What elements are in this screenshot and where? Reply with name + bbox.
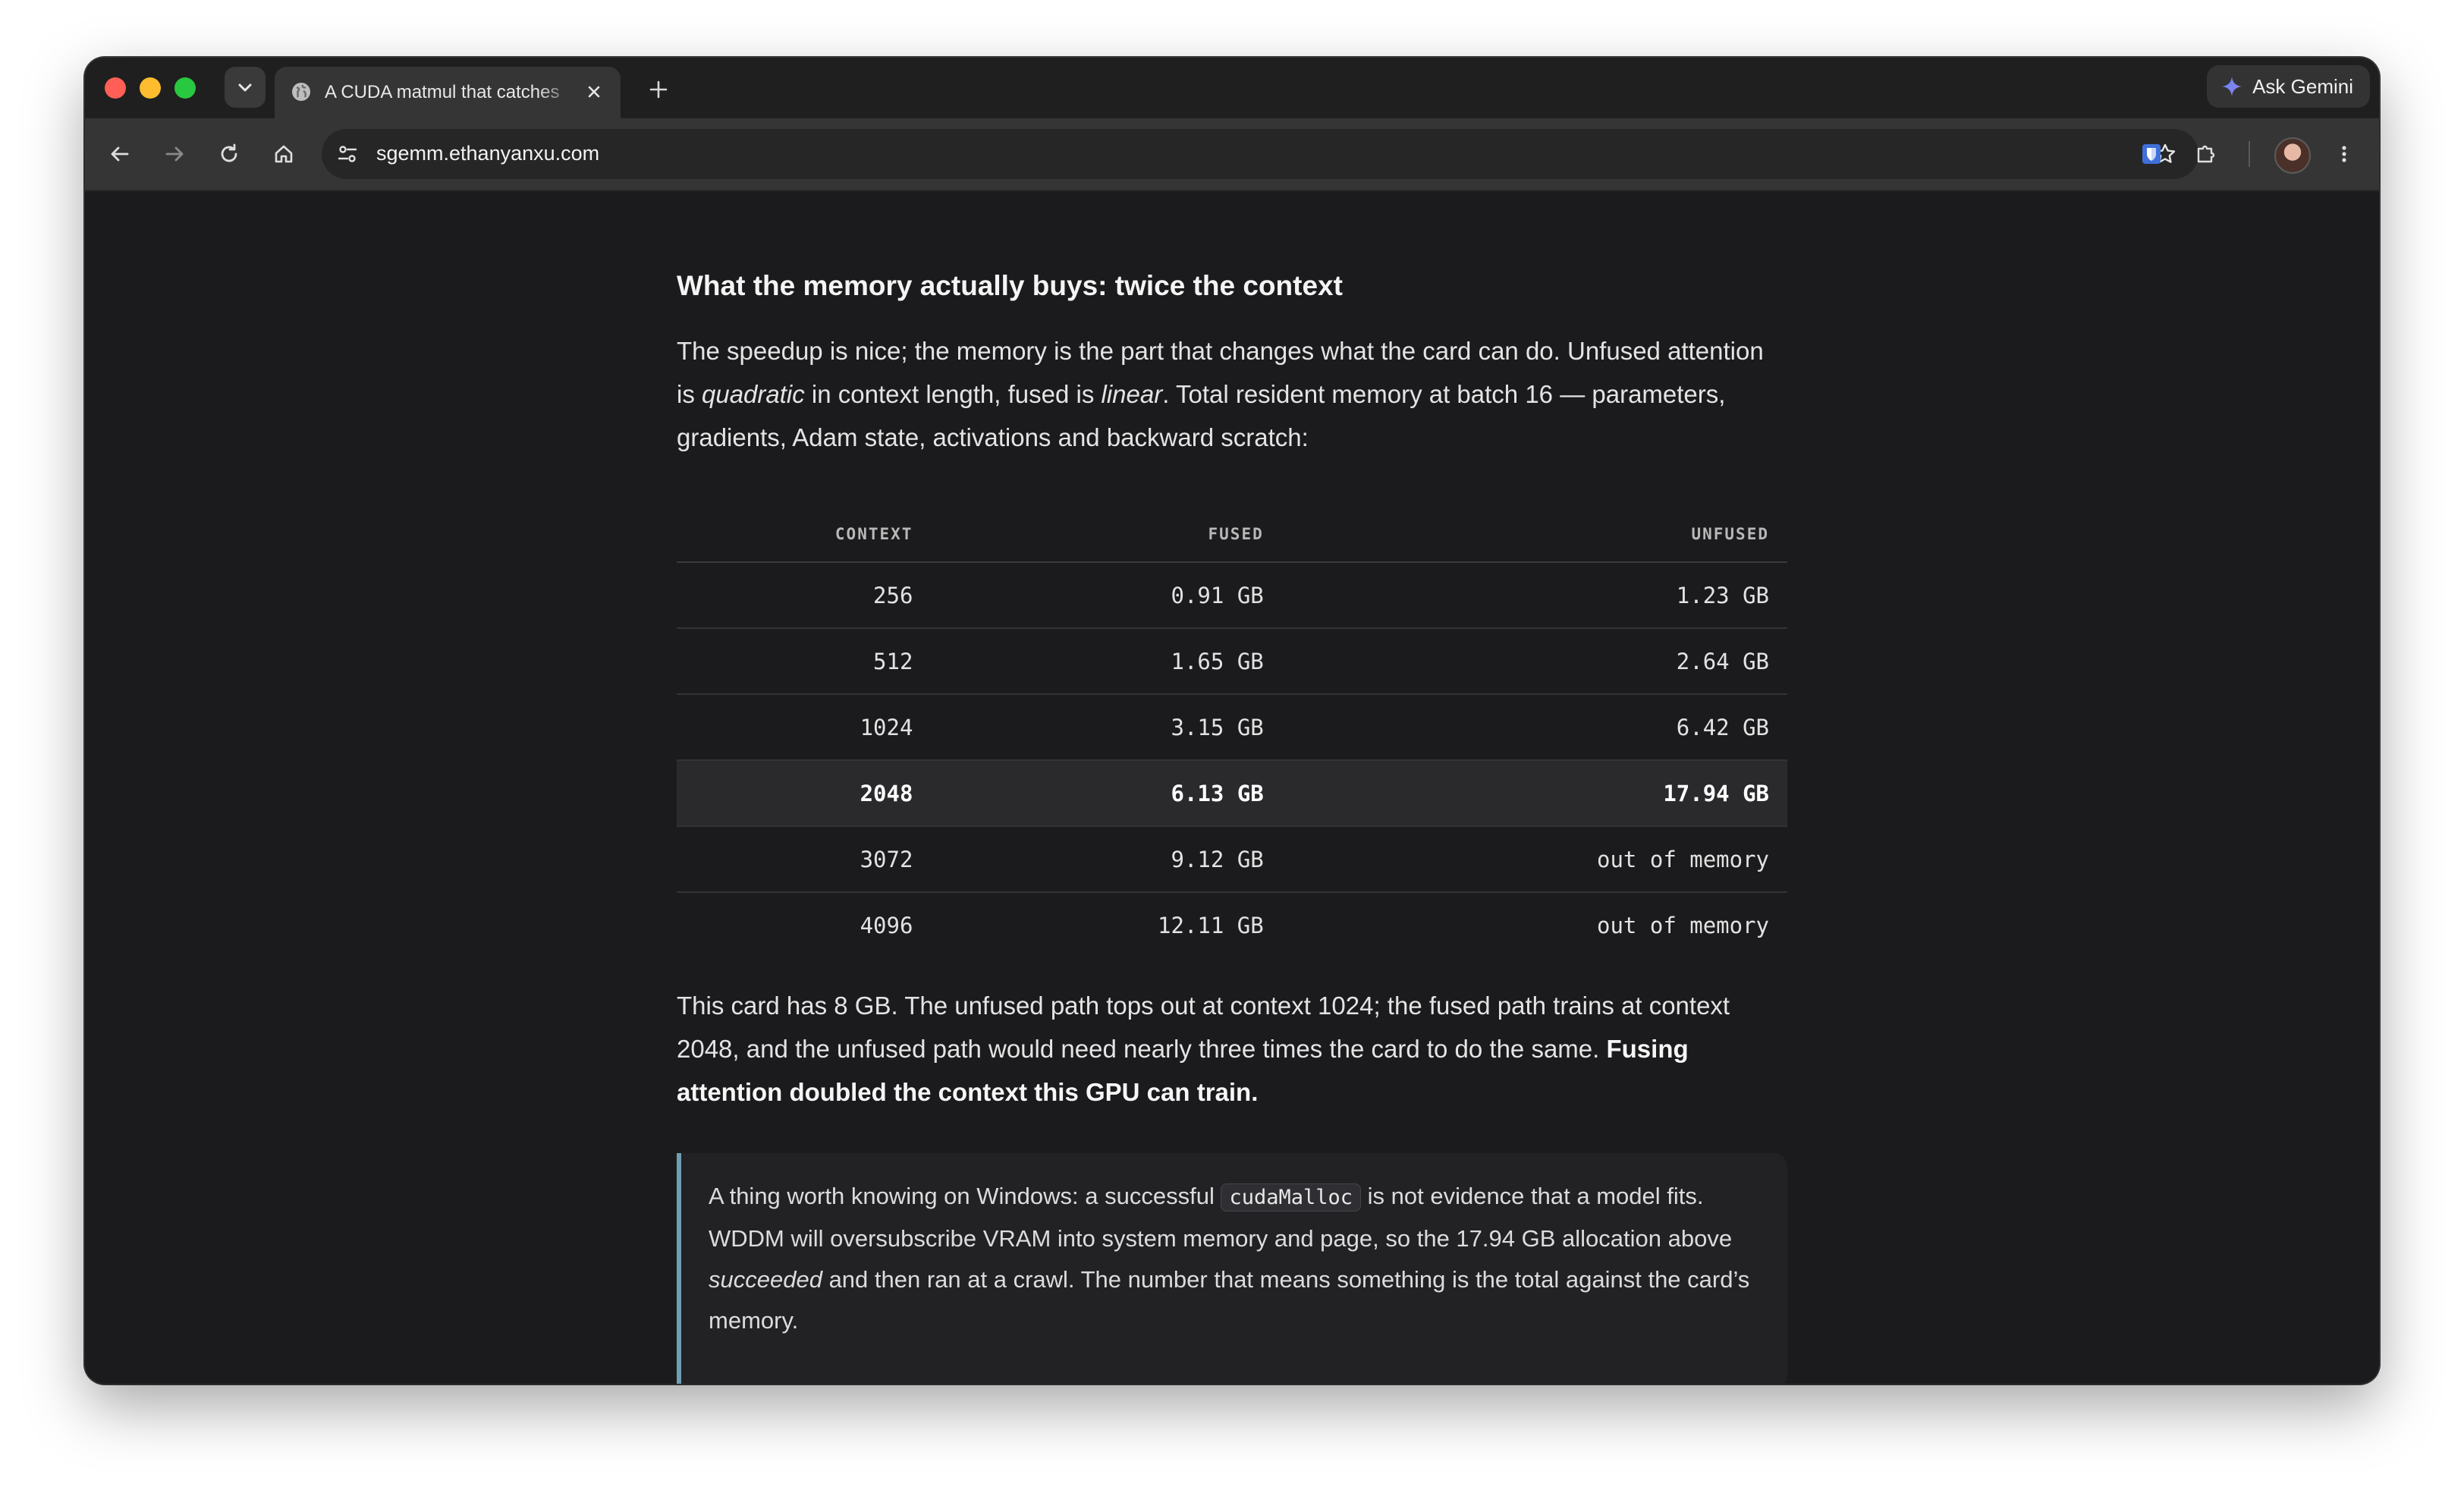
callout-text-part: A thing worth knowing on Windows: a succ… bbox=[709, 1183, 1221, 1209]
puzzle-icon bbox=[2197, 145, 2215, 163]
intro-paragraph: The speedup is nice; the memory is the p… bbox=[677, 329, 1787, 459]
forward-button[interactable] bbox=[156, 136, 193, 172]
intro-text: in context length, fused is bbox=[804, 380, 1102, 408]
cell-fused: 12.11 GB bbox=[1158, 912, 1264, 938]
cell-fused: 9.12 GB bbox=[931, 826, 1282, 893]
tab-strip: A CUDA matmul that catches Ask Gemini bbox=[85, 58, 2379, 118]
callout-emphasis: succeeded bbox=[709, 1266, 822, 1293]
tab-search-button[interactable] bbox=[225, 67, 266, 108]
new-tab-button[interactable] bbox=[643, 74, 674, 105]
column-header-context: CONTEXT bbox=[677, 507, 932, 563]
back-button[interactable] bbox=[102, 136, 138, 172]
arrow-right-icon bbox=[165, 146, 184, 162]
cell-context: 3072 bbox=[677, 826, 932, 893]
tab-title: A CUDA matmul that catches bbox=[325, 82, 560, 102]
more-menu-button[interactable] bbox=[2326, 136, 2362, 172]
memory-table: CONTEXT FUSED UNFUSED 256 0.91 GB 1.23 G… bbox=[677, 507, 1787, 957]
home-button[interactable] bbox=[266, 136, 302, 172]
table-header-row: CONTEXT FUSED UNFUSED bbox=[677, 507, 1787, 563]
shield-icon bbox=[2142, 144, 2161, 164]
windows-note-callout: A thing worth knowing on Windows: a succ… bbox=[677, 1153, 1787, 1384]
url-text: sgemm.ethanyanxu.com bbox=[376, 142, 600, 165]
globe-icon bbox=[292, 83, 310, 101]
cell-unfused: 17.94 GB bbox=[1281, 760, 1787, 827]
toolbar-divider bbox=[2249, 141, 2250, 167]
cell-unfused: 2.64 GB bbox=[1281, 628, 1787, 695]
cell-unfused: 6.42 GB bbox=[1281, 694, 1787, 761]
window-minimize-button[interactable] bbox=[140, 77, 161, 99]
browser-window: A CUDA matmul that catches Ask Gemini sg… bbox=[85, 58, 2379, 1384]
cell-fused: 1.65 GB bbox=[931, 628, 1282, 695]
ask-gemini-label: Ask Gemini bbox=[2252, 74, 2353, 98]
callout-text: A thing worth knowing on Windows: a succ… bbox=[709, 1176, 1763, 1341]
active-tab[interactable]: A CUDA matmul that catches bbox=[275, 67, 621, 118]
cell-fused: 6.13 GB bbox=[931, 760, 1282, 827]
ask-gemini-button[interactable]: Ask Gemini bbox=[2207, 65, 2370, 108]
more-vertical-icon bbox=[2342, 146, 2346, 162]
cell-fused: 0.91 GB bbox=[931, 562, 1282, 629]
conclusion-paragraph: This card has 8 GB. The unfused path top… bbox=[677, 984, 1787, 1114]
table-row-highlighted: 2048 6.13 GB 17.94 GB bbox=[677, 760, 1787, 827]
plus-icon bbox=[649, 80, 668, 99]
callout-text-part: and then ran at a crawl. The number that… bbox=[709, 1266, 1750, 1334]
column-header-fused: FUSED bbox=[931, 507, 1282, 563]
extensions-button[interactable] bbox=[2188, 136, 2224, 172]
chevron-down-icon bbox=[238, 83, 252, 92]
cell-context: 2048 bbox=[677, 760, 932, 827]
browser-toolbar: sgemm.ethanyanxu.com bbox=[85, 118, 2379, 191]
bitwarden-extension-button[interactable] bbox=[2133, 136, 2170, 172]
cell-context: 256 bbox=[677, 562, 932, 629]
cell-unfused: out of memory bbox=[1597, 912, 1769, 938]
cell-fused: 3.15 GB bbox=[931, 694, 1282, 761]
table-row: 512 1.65 GB 2.64 GB bbox=[677, 628, 1787, 695]
tune-icon bbox=[338, 146, 357, 162]
gemini-sparkle-icon bbox=[2222, 77, 2242, 96]
table-row: 4096 12.11 GB out of memory bbox=[677, 892, 1787, 957]
cell-context: 4096 bbox=[860, 912, 913, 938]
page-content: What the memory actually buys: twice the… bbox=[85, 191, 2379, 1384]
intro-emphasis-quadratic: quadratic bbox=[702, 380, 805, 408]
section-title: What the memory actually buys: twice the… bbox=[677, 270, 1343, 301]
reload-button[interactable] bbox=[211, 136, 247, 172]
cell-unfused: 1.23 GB bbox=[1281, 562, 1787, 629]
table-row: 3072 9.12 GB out of memory bbox=[677, 826, 1787, 893]
cell-unfused: out of memory bbox=[1281, 826, 1787, 893]
inline-code: cudaMalloc bbox=[1221, 1183, 1362, 1212]
profile-avatar[interactable] bbox=[2274, 137, 2311, 174]
table-row: 1024 3.15 GB 6.42 GB bbox=[677, 694, 1787, 761]
tab-close-button[interactable] bbox=[581, 79, 607, 105]
window-close-button[interactable] bbox=[105, 77, 126, 99]
conclusion-text: This card has 8 GB. The unfused path top… bbox=[677, 992, 1730, 1063]
cell-context: 512 bbox=[677, 628, 932, 695]
intro-emphasis-linear: linear bbox=[1101, 380, 1163, 408]
arrow-left-icon bbox=[111, 146, 129, 162]
reload-icon bbox=[221, 143, 237, 162]
cell-context: 1024 bbox=[677, 694, 932, 761]
site-info-button[interactable] bbox=[329, 136, 366, 172]
home-icon bbox=[275, 145, 293, 163]
close-icon bbox=[588, 86, 600, 98]
window-maximize-button[interactable] bbox=[174, 77, 196, 99]
table-row: 256 0.91 GB 1.23 GB bbox=[677, 562, 1787, 629]
address-bar[interactable]: sgemm.ethanyanxu.com bbox=[322, 129, 2198, 179]
column-header-unfused: UNFUSED bbox=[1281, 507, 1787, 563]
